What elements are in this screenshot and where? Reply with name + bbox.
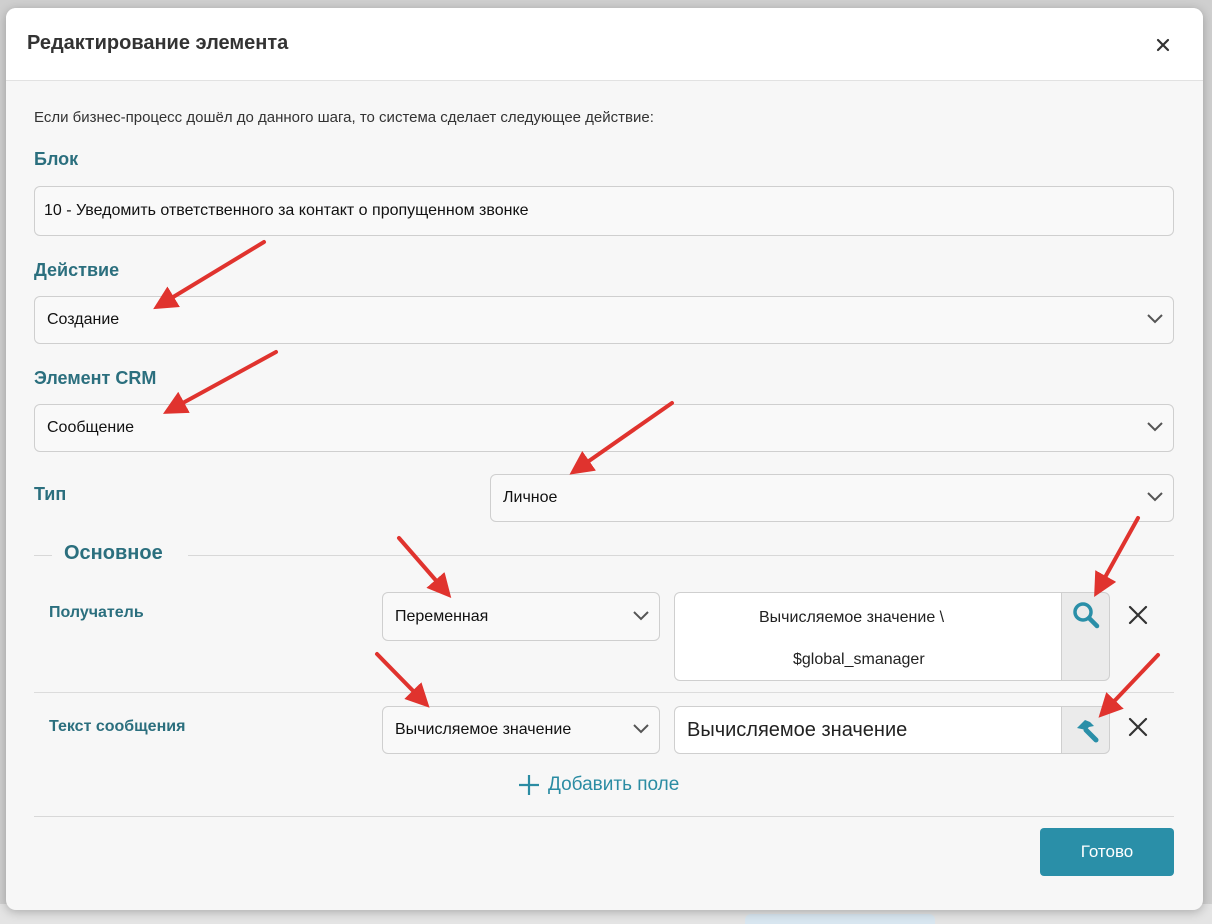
close-button[interactable] bbox=[1154, 36, 1174, 56]
recipient-search-button[interactable] bbox=[1062, 592, 1110, 681]
intro-text: Если бизнес-процесс дошёл до данного шаг… bbox=[34, 109, 654, 126]
message-source-select[interactable]: Вычисляемое значение bbox=[382, 706, 660, 754]
chevron-down-icon bbox=[1147, 492, 1163, 502]
hammer-icon bbox=[1076, 720, 1098, 743]
chevron-down-icon bbox=[1147, 314, 1163, 324]
search-icon bbox=[1072, 601, 1099, 628]
action-label: Действие bbox=[34, 260, 120, 280]
recipient-value-line2: $global_smanager bbox=[793, 651, 925, 668]
type-select[interactable]: Личное bbox=[490, 474, 1174, 522]
section-divider bbox=[34, 555, 52, 556]
remove-message-button[interactable] bbox=[1128, 717, 1148, 737]
recipient-label: Получатель bbox=[49, 604, 144, 621]
chevron-down-icon bbox=[633, 724, 649, 734]
message-text-label: Текст сообщения bbox=[49, 718, 186, 735]
block-label: Блок bbox=[34, 149, 79, 169]
block-field[interactable]: 10 - Уведомить ответственного за контакт… bbox=[34, 186, 1174, 236]
modal-header: Редактирование элемента bbox=[6, 8, 1203, 81]
add-field-label: Добавить поле bbox=[548, 774, 680, 795]
recipient-value-line1: Вычисляемое значение \ bbox=[759, 609, 945, 626]
section-divider bbox=[188, 555, 1174, 556]
close-icon bbox=[1156, 38, 1170, 52]
type-label: Тип bbox=[34, 484, 67, 504]
message-formula-button[interactable] bbox=[1062, 706, 1110, 754]
message-source-value: Вычисляемое значение bbox=[395, 721, 572, 738]
recipient-value-field[interactable]: Вычисляемое значение \ $global_smanager bbox=[674, 592, 1062, 681]
crm-element-select[interactable]: Сообщение bbox=[34, 404, 1174, 452]
close-icon bbox=[1128, 605, 1148, 625]
recipient-source-value: Переменная bbox=[395, 607, 489, 625]
action-value: Создание bbox=[47, 311, 120, 328]
action-select[interactable]: Создание bbox=[34, 296, 1174, 344]
row-divider bbox=[34, 692, 1174, 693]
block-value: 10 - Уведомить ответственного за контакт… bbox=[44, 202, 529, 219]
add-field-button[interactable]: Добавить поле bbox=[518, 772, 679, 798]
chevron-down-icon bbox=[1147, 422, 1163, 432]
message-value-field[interactable]: Вычисляемое значение bbox=[674, 706, 1062, 754]
crm-element-value: Сообщение bbox=[47, 419, 135, 436]
close-icon bbox=[1128, 717, 1148, 737]
recipient-source-select[interactable]: Переменная bbox=[382, 592, 660, 641]
message-value: Вычисляемое значение bbox=[687, 718, 908, 741]
edit-element-modal: Редактирование элемента Если бизнес-проц… bbox=[6, 8, 1203, 910]
remove-recipient-button[interactable] bbox=[1128, 605, 1148, 625]
backdrop-element bbox=[745, 914, 935, 924]
type-value: Личное bbox=[503, 489, 558, 506]
done-button[interactable]: Готово bbox=[1040, 828, 1174, 876]
footer-divider bbox=[34, 816, 1174, 817]
crm-element-label: Элемент CRM bbox=[34, 368, 157, 388]
chevron-down-icon bbox=[633, 610, 649, 620]
modal-title: Редактирование элемента bbox=[27, 32, 289, 54]
section-title: Основное bbox=[64, 542, 163, 564]
plus-icon bbox=[519, 775, 539, 795]
